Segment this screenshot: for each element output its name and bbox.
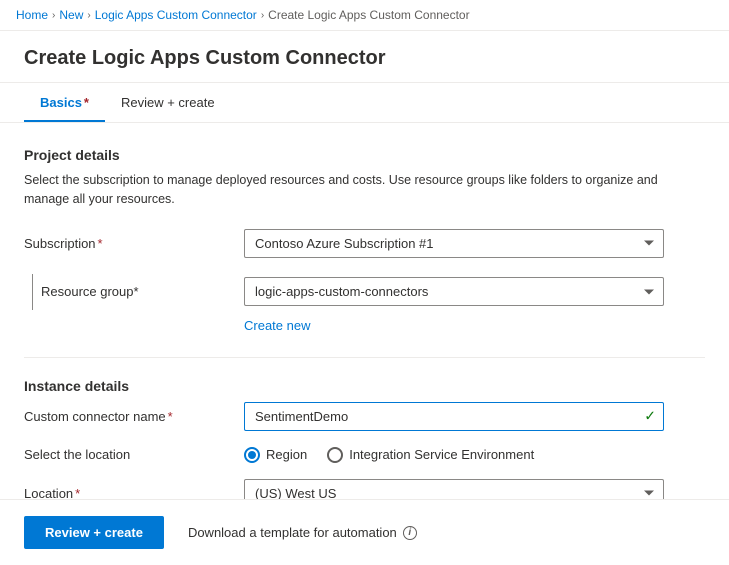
- connector-name-input-wrapper: ✓: [244, 402, 664, 431]
- radio-region[interactable]: Region: [244, 447, 307, 463]
- create-new-link[interactable]: Create new: [244, 318, 310, 333]
- subscription-control: Contoso Azure Subscription #1: [244, 229, 664, 258]
- download-template-link[interactable]: Download a template for automation: [188, 525, 397, 540]
- radio-ise-circle: [327, 447, 343, 463]
- breadcrumb-sep-2: ›: [87, 10, 90, 21]
- project-details-section: Project details Select the subscription …: [24, 147, 705, 333]
- connector-name-control: ✓: [244, 402, 664, 431]
- resource-group-control: logic-apps-custom-connectors: [244, 277, 664, 306]
- resource-group-select-wrapper: logic-apps-custom-connectors: [244, 277, 664, 306]
- breadcrumb-home[interactable]: Home: [16, 8, 48, 22]
- breadcrumb: Home › New › Logic Apps Custom Connector…: [0, 0, 729, 31]
- breadcrumb-connector[interactable]: Logic Apps Custom Connector: [95, 8, 257, 22]
- connector-name-input[interactable]: [244, 402, 664, 431]
- info-icon[interactable]: i: [403, 526, 417, 540]
- review-create-button[interactable]: Review + create: [24, 516, 164, 549]
- resource-group-indent: Resource group*: [24, 274, 244, 310]
- radio-ise[interactable]: Integration Service Environment: [327, 447, 534, 463]
- resource-group-row: Resource group* logic-apps-custom-connec…: [24, 274, 705, 310]
- page-title: Create Logic Apps Custom Connector: [0, 31, 729, 83]
- subscription-select[interactable]: Contoso Azure Subscription #1: [244, 229, 664, 258]
- instance-details-section: Instance details Custom connector name* …: [24, 357, 705, 508]
- radio-ise-label: Integration Service Environment: [349, 447, 534, 462]
- footer: Review + create Download a template for …: [0, 499, 729, 565]
- tab-basics[interactable]: Basics*: [24, 83, 105, 122]
- breadcrumb-current: Create Logic Apps Custom Connector: [268, 8, 469, 22]
- location-type-row: Select the location Region Integration S…: [24, 447, 705, 463]
- radio-region-label: Region: [266, 447, 307, 462]
- instance-details-title: Instance details: [24, 378, 705, 394]
- connector-name-row: Custom connector name* ✓: [24, 402, 705, 431]
- form-content: Project details Select the subscription …: [0, 123, 729, 548]
- check-icon: ✓: [644, 408, 656, 425]
- create-new-container: Create new: [24, 314, 705, 333]
- subscription-row: Subscription* Contoso Azure Subscription…: [24, 229, 705, 258]
- subscription-select-wrapper: Contoso Azure Subscription #1: [244, 229, 664, 258]
- project-details-desc: Select the subscription to manage deploy…: [24, 171, 705, 209]
- resource-group-select[interactable]: logic-apps-custom-connectors: [244, 277, 664, 306]
- resource-group-label: Resource group*: [41, 284, 139, 299]
- location-type-label: Select the location: [24, 447, 244, 462]
- radio-region-circle: [244, 447, 260, 463]
- subscription-label: Subscription*: [24, 236, 244, 251]
- location-type-control: Region Integration Service Environment: [244, 447, 664, 463]
- location-type-radio-group: Region Integration Service Environment: [244, 447, 664, 463]
- connector-name-label: Custom connector name*: [24, 409, 244, 424]
- indent-line: [32, 274, 33, 310]
- download-template-container: Download a template for automation i: [188, 525, 417, 540]
- breadcrumb-sep-3: ›: [261, 10, 264, 21]
- breadcrumb-sep-1: ›: [52, 10, 55, 21]
- tab-basics-required: *: [84, 95, 89, 110]
- tab-review-create[interactable]: Review + create: [105, 83, 231, 122]
- breadcrumb-new[interactable]: New: [59, 8, 83, 22]
- project-details-title: Project details: [24, 147, 705, 163]
- tabs-container: Basics* Review + create: [0, 83, 729, 123]
